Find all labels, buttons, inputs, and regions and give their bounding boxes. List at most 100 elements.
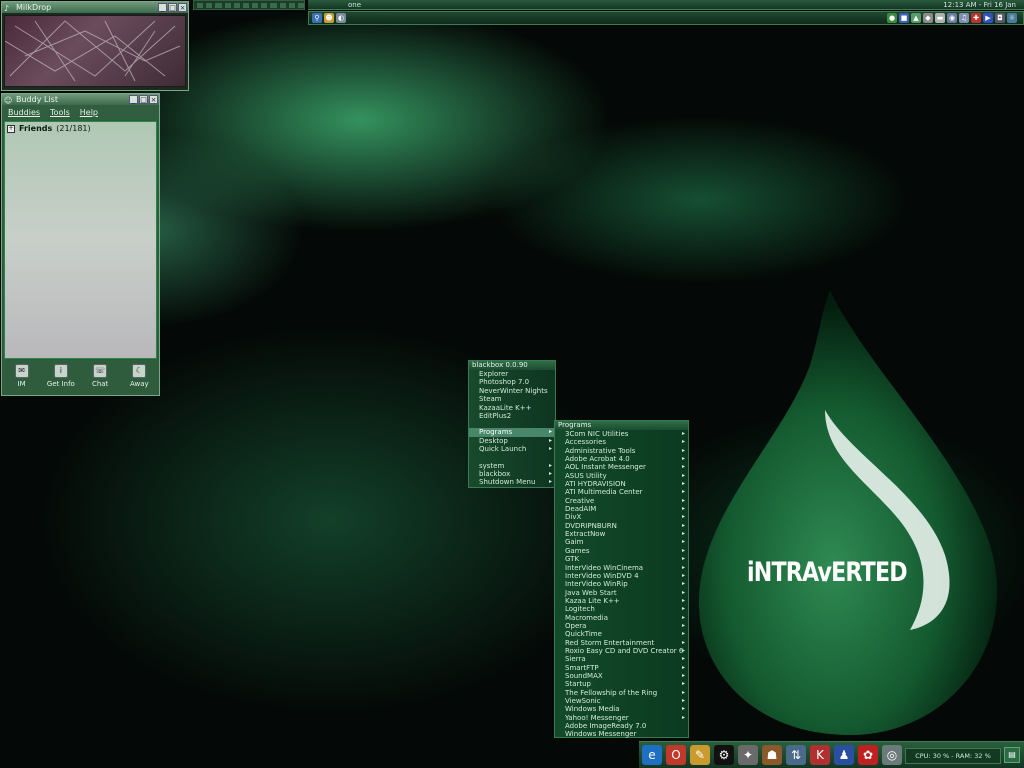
program-item[interactable]: Startup ▸ <box>555 680 688 688</box>
app-icon[interactable]: ◐ <box>336 13 346 23</box>
program-item[interactable]: ATI HYDRAVISION ▸ <box>555 480 688 488</box>
taskbar[interactable]: ⚲ ☻ ◐ ● ■ ▲ ◆ ▬ ◉ ♫ ✚ ▶ ◘ ☼ <box>308 11 1024 25</box>
program-item[interactable]: Accessories ▸ <box>555 438 688 446</box>
tray-icon-8[interactable]: ▶ <box>983 13 993 23</box>
menu-item-neverwinter[interactable]: NeverWinter Nights <box>469 387 555 395</box>
program-item[interactable]: Adobe Acrobat 4.0 ▸ <box>555 455 688 463</box>
program-item[interactable]: Java Web Start ▸ <box>555 589 688 597</box>
menu-item-quick-launch[interactable]: Quick Launch ▸ <box>469 445 555 453</box>
menu-item-desktop[interactable]: Desktop ▸ <box>469 437 555 445</box>
program-item[interactable]: DivX ▸ <box>555 513 688 521</box>
program-item[interactable]: ATI Multimedia Center ▸ <box>555 488 688 496</box>
menu-item-blackbox[interactable]: blackbox ▸ <box>469 470 555 478</box>
program-item[interactable]: InterVideo WinRip ▸ <box>555 580 688 588</box>
buddy-tree[interactable]: + Friends (21/181) <box>4 121 157 359</box>
program-item[interactable]: SoundMAX ▸ <box>555 672 688 680</box>
menu-item-programs[interactable]: Programs ▸ <box>469 428 555 437</box>
program-item[interactable]: Logitech ▸ <box>555 605 688 613</box>
internet-explorer-icon[interactable]: e <box>642 745 662 765</box>
close-button[interactable]: × <box>149 95 158 104</box>
maximize-button[interactable]: □ <box>139 95 148 104</box>
expand-icon[interactable]: + <box>7 124 15 133</box>
steam-icon[interactable]: ⚙ <box>714 745 734 765</box>
tray-icon-4[interactable]: ◆ <box>923 13 933 23</box>
menu-item-steam[interactable]: Steam <box>469 395 555 403</box>
im-button[interactable]: ✉ IM <box>4 364 40 388</box>
neverwinter-icon[interactable]: ☗ <box>762 745 782 765</box>
tray-icon-3[interactable]: ▲ <box>911 13 921 23</box>
program-item[interactable]: Games ▸ <box>555 547 688 555</box>
editor-icon[interactable]: ✎ <box>690 745 710 765</box>
milkdrop-titlebar[interactable]: ♪ MilkDrop _ □ × <box>2 2 188 13</box>
program-item[interactable]: ASUS Utility ▸ <box>555 472 688 480</box>
program-item[interactable]: ExtractNow ▸ <box>555 530 688 538</box>
tray-icon-10[interactable]: ☼ <box>1007 13 1017 23</box>
network-icon[interactable]: ⚲ <box>312 13 322 23</box>
program-item[interactable]: Windows Messenger <box>555 730 688 738</box>
messenger-icon[interactable]: ✿ <box>858 745 878 765</box>
program-item[interactable]: InterVideo WinCinema ▸ <box>555 564 688 572</box>
opera-icon[interactable]: O <box>666 745 686 765</box>
program-item[interactable]: Adobe ImageReady 7.0 <box>555 722 688 730</box>
away-button[interactable]: ☾ Away <box>121 364 157 388</box>
program-item[interactable]: QuickTime ▸ <box>555 630 688 638</box>
tray-icon-7[interactable]: ✚ <box>971 13 981 23</box>
smartftp-icon[interactable]: ⇅ <box>786 745 806 765</box>
tray-icon-9[interactable]: ◘ <box>995 13 1005 23</box>
tray-menu-button[interactable]: ▤ <box>1004 747 1020 763</box>
buddy-list-titlebar[interactable]: ☺ Buddy List _ □ × <box>2 94 159 105</box>
minimize-button[interactable]: _ <box>129 95 138 104</box>
group-row-friends[interactable]: + Friends (21/181) <box>7 124 91 133</box>
tray-icon-6[interactable]: ◉ <box>947 13 957 23</box>
program-item[interactable]: The Fellowship of the Ring ▸ <box>555 689 688 697</box>
program-item[interactable]: DVDRIPNBURN ▸ <box>555 522 688 530</box>
program-item[interactable]: DeadAIM ▸ <box>555 505 688 513</box>
program-item[interactable]: Yahoo! Messenger ▸ <box>555 714 688 722</box>
program-item[interactable]: GTK ▸ <box>555 555 688 563</box>
program-item[interactable]: Red Storm Entertainment ▸ <box>555 639 688 647</box>
menu-buddies[interactable]: Buddies <box>8 108 40 117</box>
program-item[interactable]: Sierra ▸ <box>555 655 688 663</box>
program-item[interactable]: 3Com NIC Utilities ▸ <box>555 430 688 438</box>
menu-item-kazaa[interactable]: KazaaLite K++ <box>469 404 555 412</box>
menu-item-explorer[interactable]: Explorer <box>469 370 555 378</box>
blackbox-root-menu[interactable]: blackbox 0.0.90 Explorer Photoshop 7.0 N… <box>468 360 556 488</box>
program-item[interactable]: Opera ▸ <box>555 622 688 630</box>
program-item[interactable]: SmartFTP ▸ <box>555 664 688 672</box>
quick-launch-tray[interactable]: e O ✎ ⚙ ✦ ☗ ⇅ K ♟ ✿ ◎ CPU: 30 % - RAM: 3… <box>639 741 1024 768</box>
volume-icon[interactable]: ♫ <box>959 13 969 23</box>
maximize-button[interactable]: □ <box>168 3 177 12</box>
menu-item-system[interactable]: system ▸ <box>469 462 555 470</box>
blackbox-toolbar[interactable]: one 12:13 AM - Fri 16 Jan <box>308 0 1024 10</box>
minimize-button[interactable]: _ <box>158 3 167 12</box>
program-item[interactable]: Creative ▸ <box>555 497 688 505</box>
program-item[interactable]: AOL Instant Messenger ▸ <box>555 463 688 471</box>
user-icon[interactable]: ☻ <box>324 13 334 23</box>
chat-button[interactable]: ☏ Chat <box>82 364 118 388</box>
menu-help[interactable]: Help <box>80 108 98 117</box>
program-item[interactable]: Roxio Easy CD and DVD Creator 6 ▸ <box>555 647 688 655</box>
game-icon[interactable]: ✦ <box>738 745 758 765</box>
menu-item-photoshop[interactable]: Photoshop 7.0 <box>469 378 555 386</box>
program-item[interactable]: Macromedia ▸ <box>555 614 688 622</box>
workspace-name[interactable]: one <box>348 0 361 10</box>
program-item[interactable]: ViewSonic ▸ <box>555 697 688 705</box>
kazaa-icon[interactable]: K <box>810 745 830 765</box>
program-item[interactable]: Administrative Tools ▸ <box>555 447 688 455</box>
menu-tools[interactable]: Tools <box>50 108 70 117</box>
program-item[interactable]: Kazaa Lite K++ ▸ <box>555 597 688 605</box>
program-item[interactable]: InterVideo WinDVD 4 ▸ <box>555 572 688 580</box>
program-item[interactable]: Gaim ▸ <box>555 538 688 546</box>
media-icon[interactable]: ◎ <box>882 745 902 765</box>
aim-icon[interactable]: ♟ <box>834 745 854 765</box>
tray-icon-5[interactable]: ▬ <box>935 13 945 23</box>
menu-item-shutdown[interactable]: Shutdown Menu ▸ <box>469 478 555 486</box>
tray-icon-2[interactable]: ■ <box>899 13 909 23</box>
buddy-list-window[interactable]: ☺ Buddy List _ □ × Buddies Tools Help + … <box>1 93 160 396</box>
milkdrop-window[interactable]: ♪ MilkDrop _ □ × <box>1 1 189 91</box>
get-info-button[interactable]: i Get Info <box>43 364 79 388</box>
close-button[interactable]: × <box>178 3 187 12</box>
programs-submenu[interactable]: Programs 3Com NIC Utilities ▸ Accessories ▸… <box>554 420 689 738</box>
tray-icon-1[interactable]: ● <box>887 13 897 23</box>
program-item[interactable]: Windows Media ▸ <box>555 705 688 713</box>
